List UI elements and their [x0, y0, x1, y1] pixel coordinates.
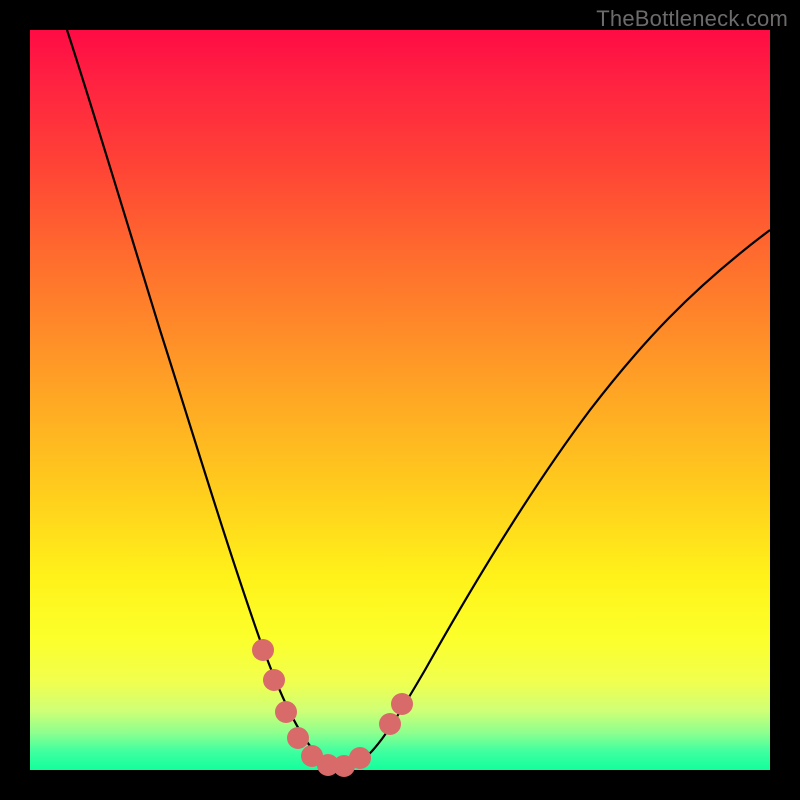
- marker-dot: [252, 639, 274, 661]
- marker-dot: [349, 747, 371, 769]
- marker-dot: [379, 713, 401, 735]
- chart-frame: TheBottleneck.com: [0, 0, 800, 800]
- plot-area: [30, 30, 770, 770]
- curve-layer: [30, 30, 770, 770]
- marker-dot: [287, 727, 309, 749]
- marker-dot: [275, 701, 297, 723]
- marker-group: [252, 639, 413, 777]
- bottleneck-curve: [67, 30, 770, 767]
- marker-dot: [391, 693, 413, 715]
- marker-dot: [263, 669, 285, 691]
- watermark-text: TheBottleneck.com: [596, 6, 788, 32]
